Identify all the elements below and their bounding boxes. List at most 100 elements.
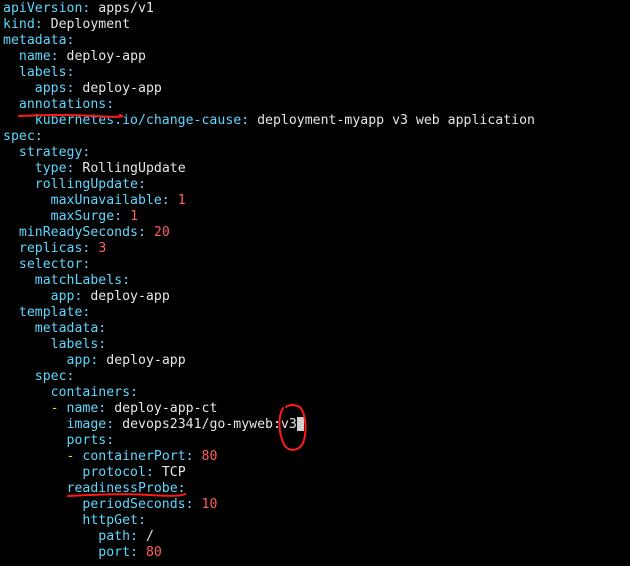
code-line[interactable]: - name: deploy-app-ct — [3, 401, 218, 417]
code-line[interactable]: strategy: — [3, 145, 90, 161]
code-line[interactable]: app: deploy-app — [3, 353, 186, 369]
code-line[interactable]: ports: — [3, 433, 115, 449]
code-line[interactable]: kubernetes.io/change-cause: deployment-m… — [3, 113, 535, 129]
code-line[interactable]: path: / — [3, 529, 154, 545]
yaml-key: name: — [66, 401, 107, 416]
yaml-key: replicas: — [18, 241, 91, 256]
code-line[interactable]: replicas: 3 — [3, 241, 106, 257]
code-line[interactable]: app: deploy-app — [3, 289, 170, 305]
yaml-key: matchLabels: — [34, 273, 131, 288]
code-line[interactable]: httpGet: — [3, 513, 146, 529]
yaml-value: 80 — [145, 545, 162, 560]
code-line[interactable]: labels: — [3, 337, 107, 353]
code-line[interactable]: name: deploy-app — [3, 49, 146, 65]
yaml-key: protocol: — [82, 465, 154, 480]
yaml-value: / — [145, 529, 154, 544]
yaml-key: containerPort: — [82, 449, 194, 464]
code-line[interactable]: - containerPort: 80 — [3, 449, 218, 465]
yaml-key: ports: — [66, 433, 115, 448]
yaml-key: apiVersion: — [3, 1, 91, 16]
code-line[interactable]: port: 80 — [3, 545, 162, 561]
text-cursor — [296, 417, 304, 431]
code-line[interactable]: selector: — [3, 257, 90, 273]
yaml-key: name: — [18, 49, 59, 64]
code-line[interactable]: kind: Deployment — [3, 17, 130, 33]
yaml-value: 1 — [130, 209, 139, 224]
yaml-value: deploy-app — [82, 81, 162, 96]
code-line[interactable]: metadata: — [3, 33, 74, 49]
code-line[interactable]: apiVersion: apps/v1 — [3, 1, 154, 17]
code-line[interactable]: type: RollingUpdate — [3, 161, 186, 177]
yaml-key: app: — [50, 289, 83, 304]
yaml-key: path: — [98, 529, 138, 544]
code-line[interactable]: spec: — [3, 129, 43, 145]
yaml-value: 10 — [201, 497, 218, 512]
yaml-value: TCP — [161, 465, 186, 480]
code-line[interactable]: maxUnavailable: 1 — [3, 193, 186, 209]
yaml-value: deploy-app — [106, 353, 186, 368]
yaml-editor[interactable]: apiVersion: apps/v1 kind: Deployment metad… — [0, 0, 630, 566]
yaml-value: devops2341/go-myweb:v3 — [122, 417, 297, 432]
code-line[interactable]: metadata: — [3, 321, 106, 337]
yaml-key: annotations: — [18, 97, 115, 112]
code-line[interactable]: readinessProbe: — [3, 481, 186, 497]
code-line[interactable]: matchLabels: — [3, 273, 130, 289]
yaml-value: apps/v1 — [98, 1, 154, 16]
yaml-value: 1 — [177, 193, 186, 208]
code-line[interactable]: rollingUpdate: — [3, 177, 146, 193]
code-line[interactable]: maxSurge: 1 — [3, 209, 138, 225]
yaml-value: Deployment — [50, 17, 131, 32]
yaml-key: metadata: — [34, 321, 107, 336]
code-line[interactable]: containers: — [3, 385, 138, 401]
yaml-key: rollingUpdate: — [34, 177, 146, 192]
yaml-value: 3 — [98, 241, 107, 256]
yaml-key: selector: — [18, 257, 91, 272]
yaml-key: minReadySeconds: — [18, 225, 146, 240]
code-line[interactable]: spec: — [3, 369, 75, 385]
code-line[interactable]: minReadySeconds: 20 — [3, 225, 170, 241]
yaml-key: image: — [66, 417, 115, 432]
yaml-key: readinessProbe: — [66, 481, 186, 496]
yaml-key: labels: — [50, 337, 107, 352]
yaml-value: 20 — [153, 225, 170, 240]
yaml-value: deployment-myapp v3 web application — [257, 113, 535, 128]
code-line[interactable]: template: — [3, 305, 90, 321]
code-line[interactable]: protocol: TCP — [3, 465, 186, 481]
yaml-key: metadata: — [3, 33, 75, 48]
code-line[interactable]: periodSeconds: 10 — [3, 497, 217, 513]
yaml-key: containers: — [50, 385, 138, 400]
yaml-key: type: — [34, 161, 75, 176]
code-line[interactable]: apps: deploy-app — [3, 81, 162, 97]
list-dash: - — [50, 401, 67, 416]
code-line[interactable]: image: devops2341/go-myweb:v3 — [3, 417, 304, 433]
code-line[interactable]: labels: — [3, 65, 75, 81]
code-line[interactable]: annotations: — [3, 97, 114, 113]
yaml-value: deploy-app — [90, 289, 170, 304]
yaml-key: app: — [66, 353, 99, 368]
yaml-key: maxSurge: — [50, 209, 123, 224]
yaml-key: kubernetes.io/change-cause: — [34, 113, 250, 128]
